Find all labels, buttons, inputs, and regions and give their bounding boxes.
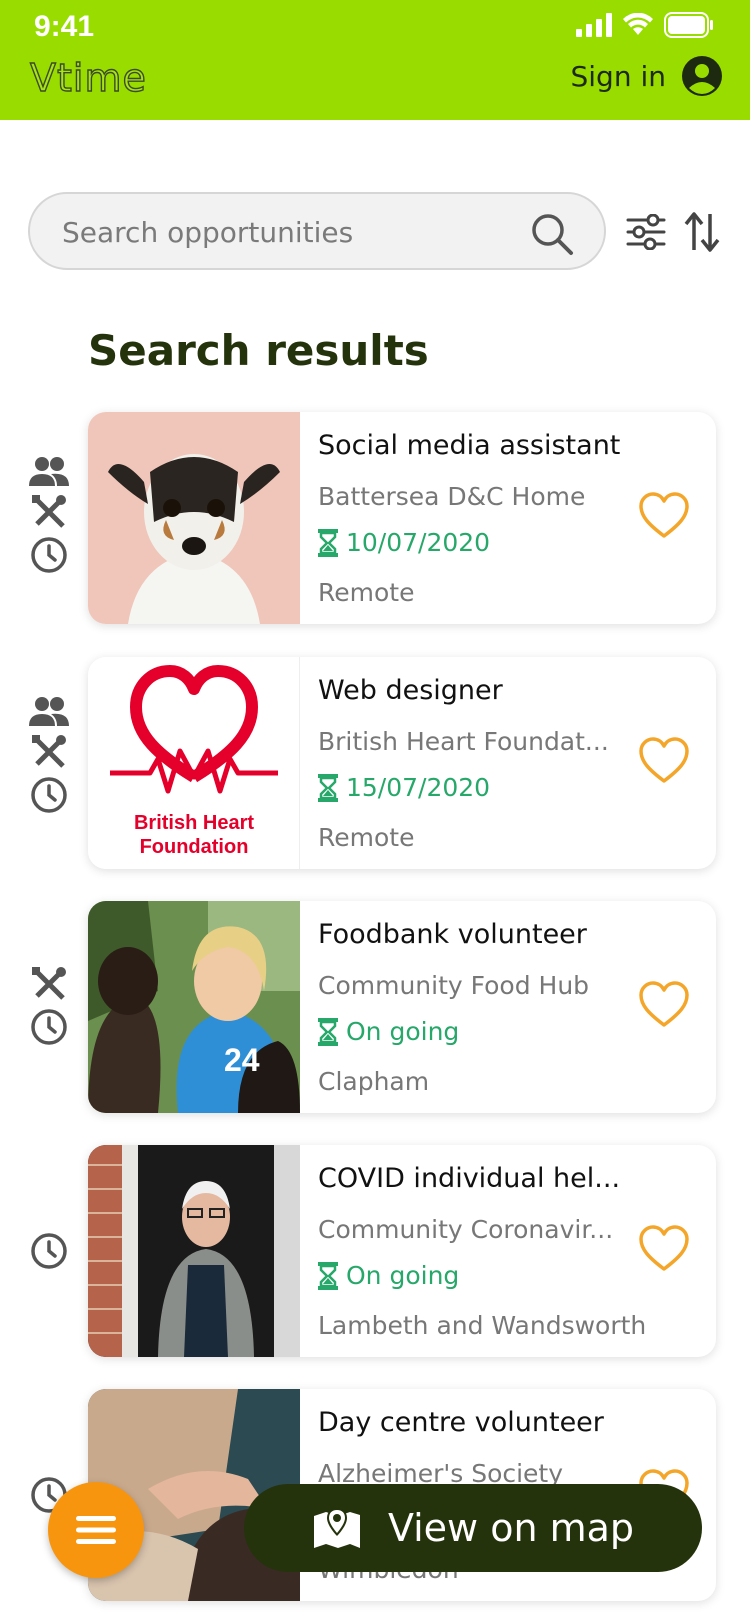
menu-fab-button[interactable] (48, 1482, 144, 1578)
favorite-button[interactable] (638, 492, 690, 544)
card-title: Web designer (318, 675, 503, 706)
card-location: Lambeth and Wandsworth (318, 1311, 647, 1340)
elderly-man-photo (88, 1145, 300, 1357)
app-logo[interactable]: Vtime (29, 55, 147, 100)
heart-icon (639, 1225, 689, 1271)
bhf-logo: British Heart Foundation (88, 657, 300, 869)
card-date-text: 10/07/2020 (346, 528, 491, 557)
volunteers-photo: 24 (88, 901, 300, 1113)
card-title: Day centre volunteer (318, 1407, 604, 1438)
dog-photo (88, 412, 300, 624)
hourglass-icon (318, 1261, 338, 1290)
svg-text:24: 24 (224, 1042, 260, 1078)
search-icon (532, 214, 573, 255)
card-org: Battersea D&C Home (318, 482, 586, 511)
card-location: Remote (318, 823, 415, 852)
tools-icon (32, 495, 66, 528)
signal-icon (576, 13, 612, 37)
card-date: 10/07/2020 (318, 528, 490, 557)
card-date: On going (318, 1261, 459, 1290)
heart-icon (639, 981, 689, 1027)
card-3-category-icons (28, 966, 70, 1046)
result-card[interactable]: Social media assistant Battersea D&C Hom… (88, 412, 716, 624)
heart-icon (639, 737, 689, 783)
menu-icon (76, 1516, 116, 1544)
battery-icon (664, 12, 713, 38)
card-date-text: On going (346, 1261, 460, 1290)
card-2-category-icons (28, 696, 70, 814)
card-date: 15/07/2020 (318, 773, 490, 802)
map-icon (313, 1508, 360, 1548)
search-button[interactable] (530, 212, 574, 260)
search-input[interactable] (60, 194, 524, 270)
card-org: Community Coronavir... (318, 1215, 614, 1244)
card-date-text: On going (346, 1017, 460, 1046)
card-date-text: 15/07/2020 (346, 773, 491, 802)
hourglass-icon (318, 528, 338, 557)
group-icon (29, 697, 69, 726)
sign-in-label: Sign in (570, 59, 667, 93)
bhf-logo-line-1: British Heart (134, 812, 254, 834)
card-title: Foodbank volunteer (318, 919, 587, 950)
wifi-icon (623, 13, 653, 35)
status-time: 9:41 (34, 10, 95, 43)
card-org: Community Food Hub (318, 971, 590, 1000)
app-header: 9:41 Vtime Sign in (0, 0, 750, 120)
card-org: British Heart Foundat... (318, 727, 609, 756)
card-date: On going (318, 1017, 459, 1046)
filter-sliders-icon (626, 213, 666, 251)
clock-icon (31, 1009, 67, 1045)
group-icon (29, 457, 69, 486)
card-4-category-icons (28, 1232, 70, 1270)
status-icons (576, 12, 714, 38)
tools-icon (32, 735, 66, 768)
card-title: Social media assistant (318, 430, 621, 461)
sort-button[interactable] (684, 212, 720, 256)
results-title: Search results (88, 326, 429, 375)
view-on-map-label: View on map (387, 1506, 635, 1550)
card-location: Clapham (318, 1067, 430, 1096)
heart-icon (639, 492, 689, 538)
sign-in-button[interactable]: Sign in (570, 56, 722, 96)
bhf-logo-line-2: Foundation (140, 836, 249, 858)
card-title: COVID individual hel... (318, 1163, 621, 1194)
card-1-category-icons (28, 456, 70, 574)
sort-icon (684, 212, 720, 252)
hourglass-icon (318, 773, 338, 802)
account-icon (682, 56, 722, 96)
clock-icon (31, 777, 67, 813)
clock-icon (31, 1233, 67, 1269)
hourglass-icon (318, 1017, 338, 1046)
favorite-button[interactable] (638, 1225, 690, 1277)
search-bar (28, 192, 606, 270)
result-card[interactable]: British Heart Foundation Web designer Br… (88, 657, 716, 869)
view-on-map-button[interactable]: View on map (244, 1484, 702, 1572)
card-location: Remote (318, 578, 415, 607)
favorite-button[interactable] (638, 737, 690, 789)
tools-icon (32, 967, 66, 1000)
favorite-button[interactable] (638, 981, 690, 1033)
result-card[interactable]: 24 Foodbank volunteer Community Food Hub… (88, 901, 716, 1113)
clock-icon (31, 537, 67, 573)
result-card[interactable]: COVID individual hel... Community Corona… (88, 1145, 716, 1357)
filter-button[interactable] (626, 213, 666, 254)
